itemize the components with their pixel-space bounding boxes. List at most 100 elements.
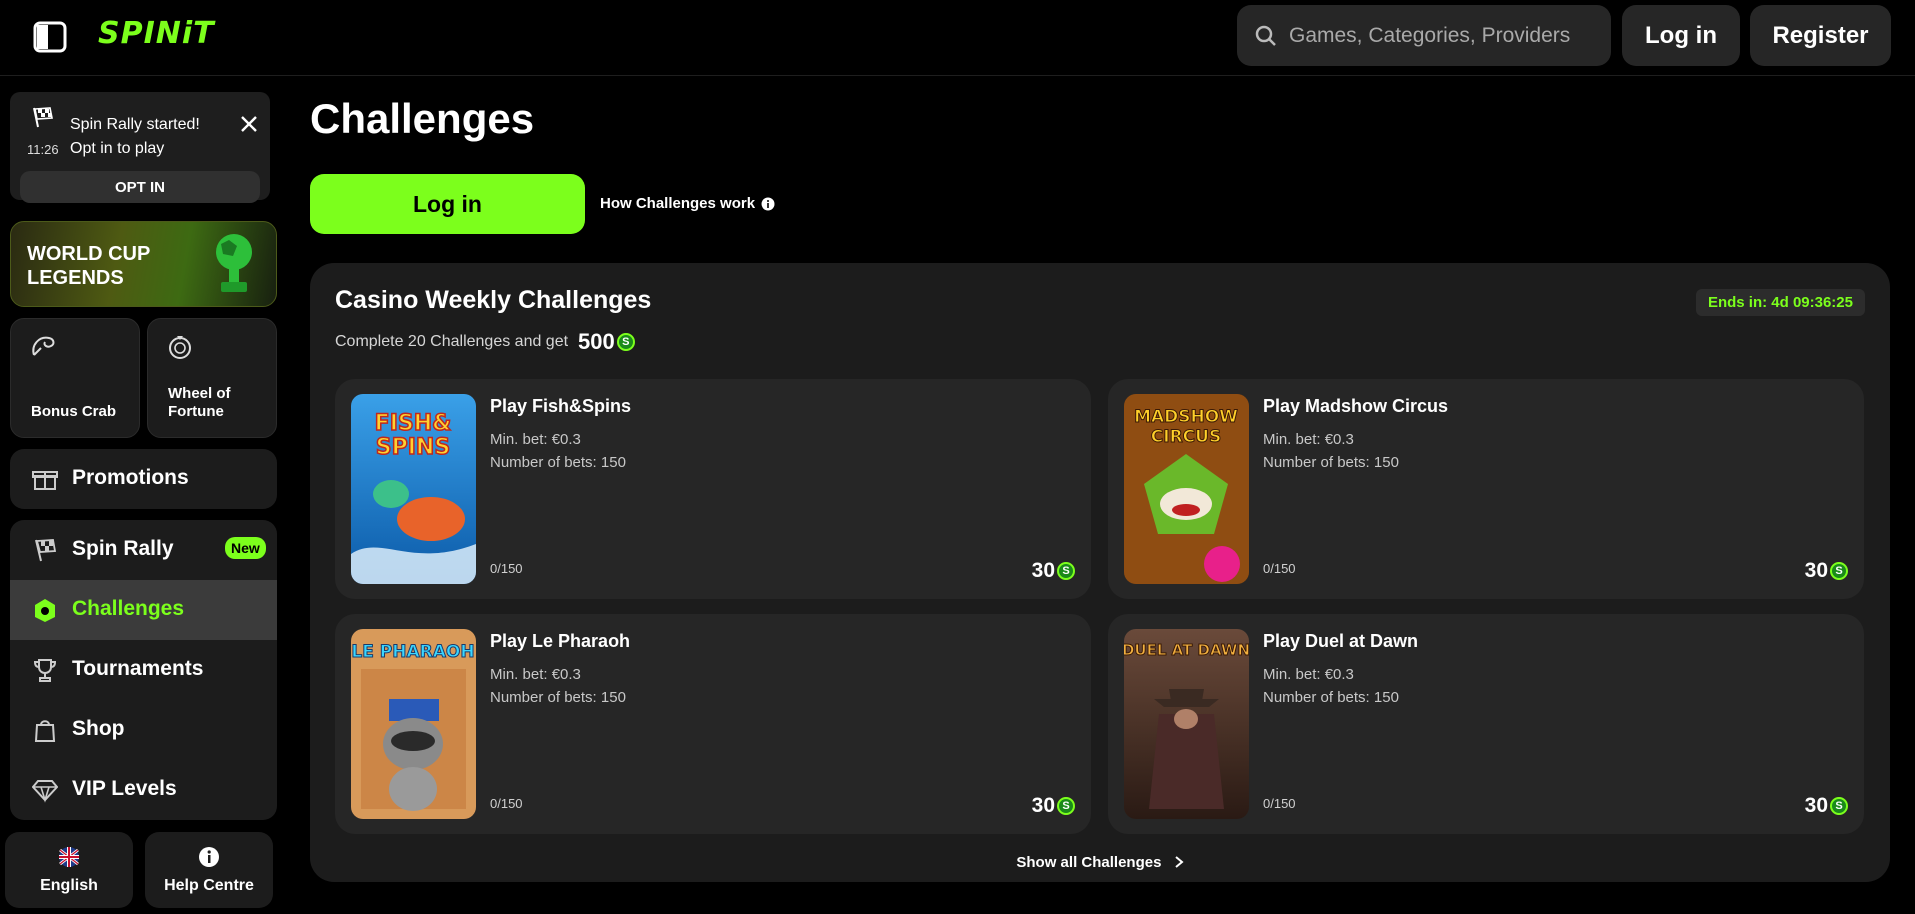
vip-levels-label: VIP Levels: [72, 777, 177, 800]
ends-in-timer: Ends in: 4d 09:36:25: [1695, 289, 1865, 316]
world-cup-legends-banner[interactable]: WORLD CUP LEGENDS: [10, 221, 277, 307]
nav-item-vip-levels[interactable]: VIP Levels: [10, 760, 277, 820]
min-bet: Min. bet: €0.3: [1263, 431, 1354, 448]
tournaments-label: Tournaments: [72, 657, 204, 680]
shopping-bag-icon: [34, 720, 56, 742]
promotions-label: Promotions: [72, 466, 189, 489]
bonus-crab-tile[interactable]: Bonus Crab: [10, 318, 140, 438]
crab-claw-icon: [32, 336, 55, 356]
challenge-reward: 30 S: [1032, 559, 1075, 583]
diamond-icon: [32, 780, 58, 803]
le-pharaoh-thumbnail: LE PHARAOH: [351, 629, 476, 819]
trophy-icon: [216, 234, 252, 292]
nav-item-challenges[interactable]: Challenges: [10, 580, 277, 640]
spinit-logo[interactable]: SPINiT: [98, 16, 215, 51]
reward-value: 30: [1031, 794, 1055, 817]
challenge-progress: 0/150: [490, 796, 523, 811]
bonus-crab-label: Bonus Crab: [31, 403, 117, 420]
how-challenges-work-link[interactable]: How Challenges work: [600, 195, 775, 212]
panel-title: Casino Weekly Challenges: [335, 286, 652, 314]
challenge-title: Play Madshow Circus: [1263, 396, 1449, 416]
nav-item-tournaments[interactable]: Tournaments: [10, 640, 277, 700]
min-bet: Min. bet: €0.3: [490, 431, 581, 448]
chevron-right-icon: [1174, 856, 1184, 868]
challenge-progress: 0/150: [1263, 796, 1296, 811]
spin-coin-icon: S: [1830, 562, 1848, 580]
challenge-card[interactable]: MADSHOW CIRCUS Play Madshow Circus Min. …: [1108, 379, 1864, 599]
svg-text:LE PHARAOH: LE PHARAOH: [351, 642, 474, 662]
svg-text:DUEL AT DAWN: DUEL AT DAWN: [1124, 641, 1249, 659]
register-button[interactable]: Register: [1750, 5, 1891, 66]
panel-subtitle-text: Complete 20 Challenges and get: [335, 333, 569, 350]
challenge-title: Play Duel at Dawn: [1263, 631, 1419, 651]
min-bet: Min. bet: €0.3: [1263, 666, 1354, 683]
world-cup-label: WORLD CUP LEGENDS: [27, 243, 150, 289]
challenges-label: Challenges: [72, 597, 185, 620]
challenge-reward: 30 S: [1805, 794, 1848, 818]
nav-item-spin-rally[interactable]: Spin Rally New: [10, 520, 277, 580]
language-label: English: [40, 877, 98, 894]
search-icon: [1255, 25, 1276, 46]
madshow-circus-thumbnail: MADSHOW CIRCUS: [1124, 394, 1249, 584]
min-bet: Min. bet: €0.3: [490, 666, 581, 683]
duel-at-dawn-thumbnail: DUEL AT DAWN: [1124, 629, 1249, 819]
number-of-bets: Number of bets: 150: [490, 689, 626, 706]
close-icon[interactable]: [239, 114, 259, 134]
notice-title: Spin Rally started!: [70, 116, 200, 133]
checkered-flag-icon: [33, 107, 53, 128]
number-of-bets: Number of bets: 150: [490, 454, 626, 471]
spin-coin-icon: S: [616, 333, 635, 351]
svg-text:CIRCUS: CIRCUS: [1151, 427, 1221, 447]
challenge-card[interactable]: FISH& SPINS Play Fish&Spins Min. bet: €0…: [335, 379, 1091, 599]
svg-text:FISH&: FISH&: [375, 411, 452, 436]
wheel-of-fortune-label: Wheel of Fortune: [168, 385, 231, 420]
trophy-icon: [33, 659, 57, 682]
show-all-label: Show all Challenges: [1016, 854, 1162, 871]
promotions-link[interactable]: Promotions: [10, 449, 277, 509]
nav-item-shop[interactable]: Shop: [10, 700, 277, 760]
spin-coin-icon: S: [1057, 562, 1075, 580]
sidebar: 11:26 Spin Rally started! Opt in to play…: [0, 77, 283, 914]
spin-rally-notice: 11:26 Spin Rally started! Opt in to play…: [10, 92, 270, 203]
shop-label: Shop: [72, 717, 125, 740]
challenge-card[interactable]: LE PHARAOH Play Le Pharaoh Min. bet: €0.…: [335, 614, 1091, 834]
challenge-card[interactable]: DUEL AT DAWN Play Duel at Dawn Min. bet:…: [1108, 614, 1864, 834]
number-of-bets: Number of bets: 150: [1263, 689, 1399, 706]
checkered-flag-icon: [35, 539, 57, 562]
notice-subtitle: Opt in to play: [70, 140, 165, 157]
info-icon: [199, 847, 219, 867]
reward-amount: 500: [578, 329, 615, 354]
challenge-progress: 0/150: [1263, 561, 1296, 576]
svg-text:MADSHOW: MADSHOW: [1134, 407, 1238, 427]
sidebar-toggle-icon[interactable]: [33, 21, 67, 53]
challenge-title: Play Le Pharaoh: [490, 631, 631, 651]
page-title: Challenges: [310, 95, 535, 142]
header-login-button[interactable]: Log in: [1622, 5, 1740, 66]
challenge-reward: 30 S: [1805, 559, 1848, 583]
spin-rally-label: Spin Rally: [72, 537, 174, 560]
svg-text:SPINS: SPINS: [376, 435, 450, 460]
wheel-of-fortune-tile[interactable]: Wheel of Fortune: [147, 318, 277, 438]
how-challenges-work-label: How Challenges work: [600, 195, 756, 212]
gift-icon: [32, 471, 58, 490]
number-of-bets: Number of bets: 150: [1263, 454, 1399, 471]
nav-group: Spin Rally New Challenges Tournaments Sh…: [10, 520, 277, 820]
show-all-challenges-link[interactable]: Show all Challenges: [310, 854, 1890, 871]
spin-coin-icon: S: [1830, 797, 1848, 815]
panel-subtitle: Complete 20 Challenges and get 500 S: [335, 329, 635, 355]
login-button[interactable]: Log in: [310, 174, 585, 234]
reward-value: 30: [1031, 559, 1055, 582]
fish-and-spins-thumbnail: FISH& SPINS: [351, 394, 476, 584]
opt-in-button[interactable]: OPT IN: [20, 171, 260, 203]
help-centre-link[interactable]: Help Centre: [145, 832, 273, 908]
search-input[interactable]: [1289, 23, 1589, 48]
search-bar[interactable]: [1237, 5, 1611, 66]
reward-value: 30: [1804, 559, 1828, 582]
reward-value: 30: [1804, 794, 1828, 817]
uk-flag-icon: [59, 847, 79, 867]
top-bar: SPINiT Log in Register: [0, 0, 1915, 76]
language-selector[interactable]: English: [5, 832, 133, 908]
challenge-title: Play Fish&Spins: [490, 396, 632, 416]
spin-coin-icon: S: [1057, 797, 1075, 815]
weekly-challenges-panel: Casino Weekly Challenges Complete 20 Cha…: [310, 263, 1890, 882]
